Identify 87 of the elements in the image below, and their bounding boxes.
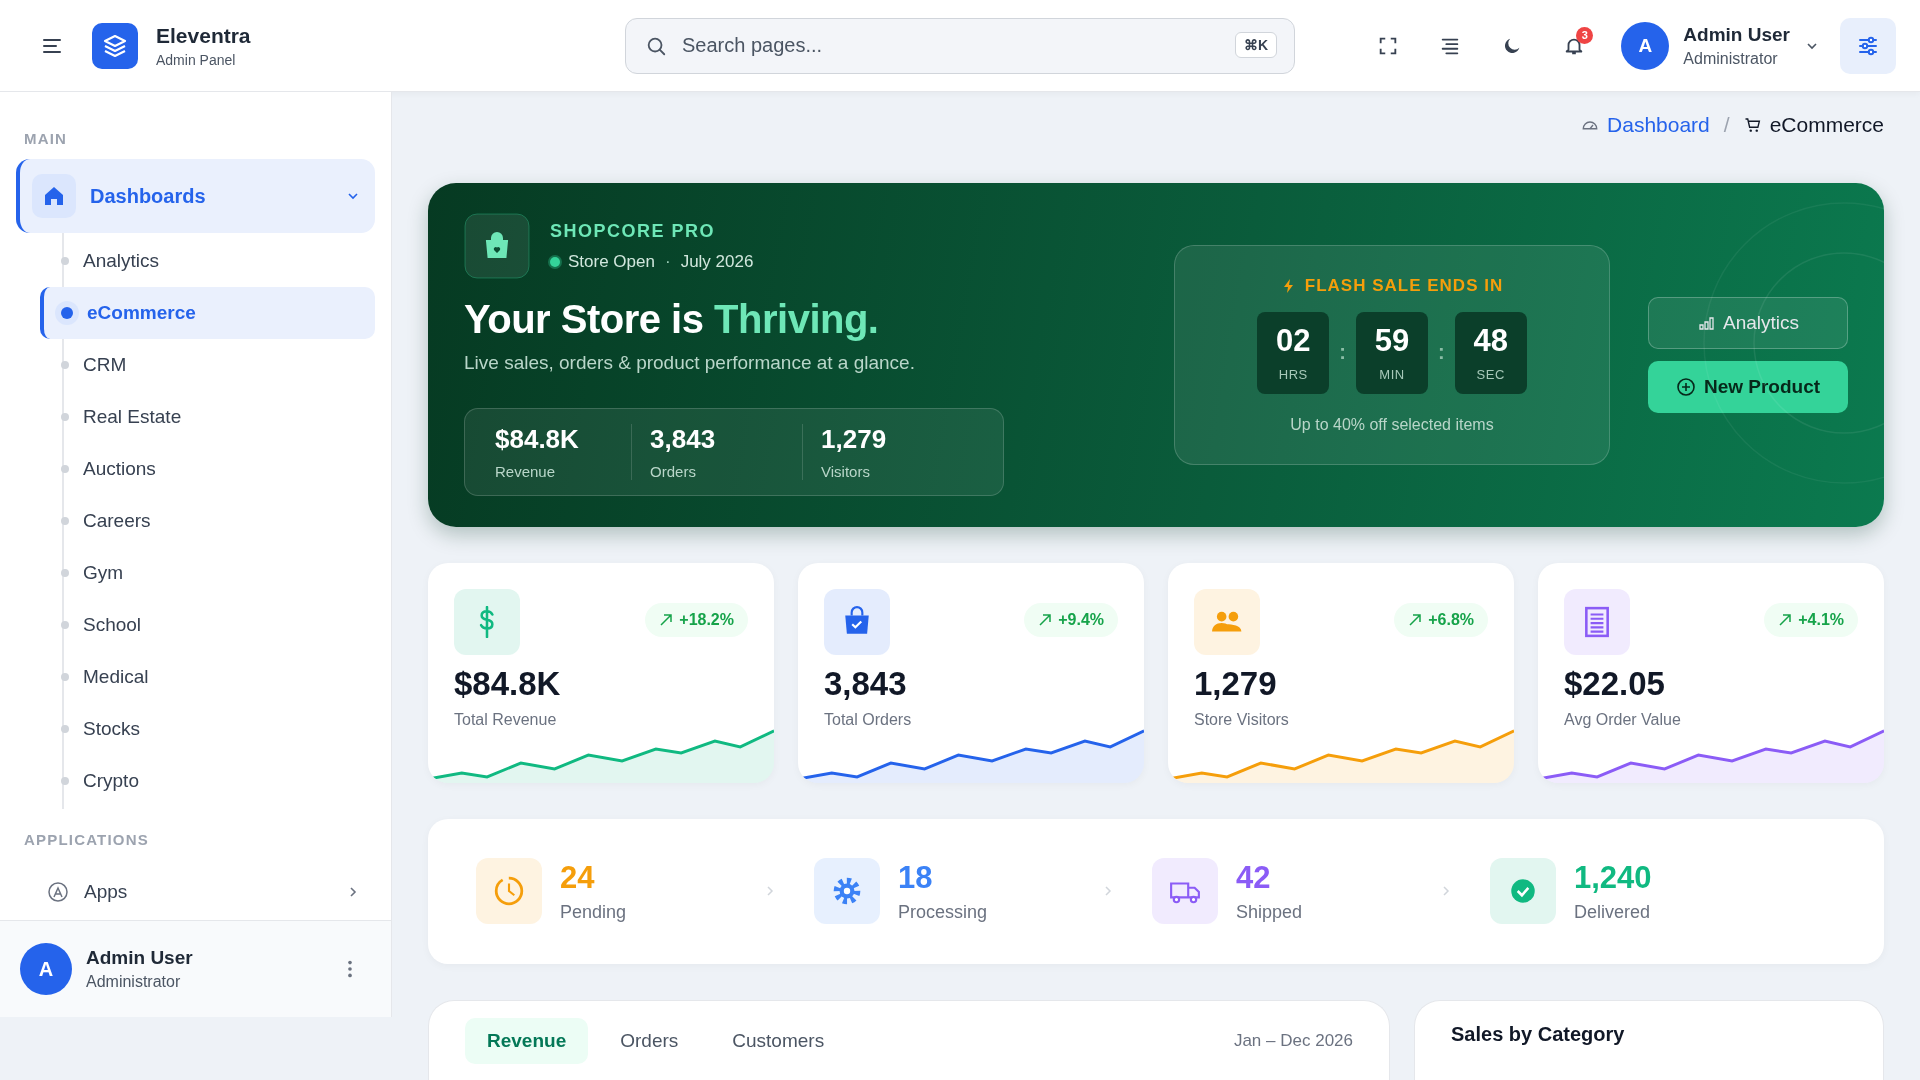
store-brand: SHOPCORE PRO (550, 220, 717, 242)
status-label: Shipped (1236, 902, 1303, 923)
card-label: Avg Order Value (1564, 710, 1682, 729)
change-badge: +4.1% (1764, 602, 1858, 637)
submenu-item[interactable]: Real Estate (57, 391, 375, 443)
analytics-button[interactable]: Analytics (1648, 296, 1848, 349)
user-avatar[interactable]: A (1621, 21, 1670, 70)
submenu-item[interactable]: eCommerce (40, 287, 375, 339)
brand-subtitle: Admin Panel (156, 51, 237, 68)
section-title: APPLICATIONS (23, 831, 150, 848)
panel-title: Sales by Category (1451, 1023, 1625, 1046)
change-badge: +18.2% (645, 602, 748, 637)
shopping-bag-icon (464, 213, 530, 280)
flash-sale-note: Up to 40% off selected items (1290, 415, 1494, 434)
submenu-item[interactable]: Gym (57, 547, 375, 599)
change-badge: +9.4% (1024, 602, 1118, 637)
timer-separator: : (1438, 341, 1445, 365)
breadcrumb-separator: / (1723, 113, 1730, 138)
nav-item[interactable]: Apps (16, 872, 375, 912)
breadcrumb-current: eCommerce (1769, 113, 1884, 138)
card-value: $84.8K (454, 664, 562, 703)
timer-value: 02 (1276, 323, 1311, 360)
timer-unit: SEC (1476, 367, 1505, 383)
card-value: 3,843 (824, 664, 908, 703)
status-count: 42 (1236, 860, 1272, 896)
change-badge: +6.8% (1394, 602, 1488, 637)
status-label: Delivered (1574, 902, 1652, 923)
stat-value: $84.8K (495, 424, 580, 456)
new-product-button[interactable]: New Product (1648, 360, 1848, 413)
trend-up-icon (1778, 612, 1793, 627)
stat-label: Orders (650, 463, 697, 481)
card-label: Total Revenue (454, 710, 558, 729)
submenu-item[interactable]: Analytics (57, 235, 375, 287)
timer-separator: : (1339, 341, 1346, 365)
submenu-item[interactable]: Medical (57, 651, 375, 703)
tab[interactable]: Customers (710, 1017, 847, 1064)
status-count: 24 (560, 860, 596, 896)
user-name: Admin User (1683, 23, 1790, 46)
timer-value: 59 (1374, 323, 1410, 360)
timer-unit: HRS (1278, 367, 1308, 383)
tab[interactable]: Revenue (465, 1017, 589, 1064)
submenu-item[interactable]: School (57, 599, 375, 651)
user-role: Administrator (86, 973, 182, 991)
card-label: Total Orders (824, 710, 913, 729)
submenu-item[interactable]: CRM (57, 339, 375, 391)
hero-subtitle: Live sales, orders & product performance at a glance. (464, 352, 916, 375)
card-value: 1,279 (1194, 664, 1278, 703)
notification-badge: 3 (1576, 26, 1594, 44)
plus-circle-icon (1675, 376, 1696, 397)
logo-icon (92, 22, 138, 69)
status-label: Processing (898, 902, 988, 923)
trend-up-icon (1408, 612, 1423, 627)
trend-up-icon (659, 612, 674, 627)
submenu-item[interactable]: Crypto (57, 755, 375, 807)
brand-name: Eleventra (156, 23, 251, 48)
status-label: Pending (560, 902, 627, 923)
status-dot (550, 256, 560, 267)
submenu-item[interactable]: Stocks (57, 703, 375, 755)
user-name: Admin User (86, 947, 193, 969)
status-count: 1,240 (1574, 860, 1652, 896)
submenu-item[interactable]: Auctions (57, 443, 375, 495)
stat-label: Revenue (495, 463, 557, 481)
status-count: 18 (898, 860, 934, 896)
stat-value: 3,843 (650, 424, 717, 456)
user-avatar[interactable]: A (20, 943, 72, 995)
separator-dot: · (664, 251, 671, 272)
user-role: Administrator (1683, 49, 1779, 68)
store-date: July 2026 (680, 251, 754, 272)
cart-icon (1743, 116, 1762, 135)
timer-value: 48 (1473, 323, 1508, 360)
hero-title: Your Store is Thriving. (464, 297, 880, 343)
tab[interactable]: Orders (598, 1017, 701, 1064)
submenu-item[interactable]: Careers (57, 495, 375, 547)
home-icon (32, 174, 76, 218)
breadcrumb-link[interactable]: Dashboard (1607, 113, 1710, 138)
card-value: $22.05 (1564, 664, 1666, 703)
stat-value: 1,279 (821, 424, 888, 456)
stat-label: Visitors (821, 463, 871, 481)
store-status: Store Open (568, 251, 655, 272)
flash-sale-title: FLASH SALE ENDS IN (1304, 275, 1504, 296)
section-title: MAIN (23, 130, 69, 147)
card-label: Store Visitors (1194, 710, 1290, 729)
timer-unit: MIN (1379, 367, 1405, 383)
date-range: Jan – Dec 2026 (1233, 1030, 1353, 1051)
trend-up-icon (1038, 612, 1053, 627)
settings-button[interactable] (1840, 17, 1896, 74)
nav-item[interactable]: Dashboards (16, 159, 375, 233)
